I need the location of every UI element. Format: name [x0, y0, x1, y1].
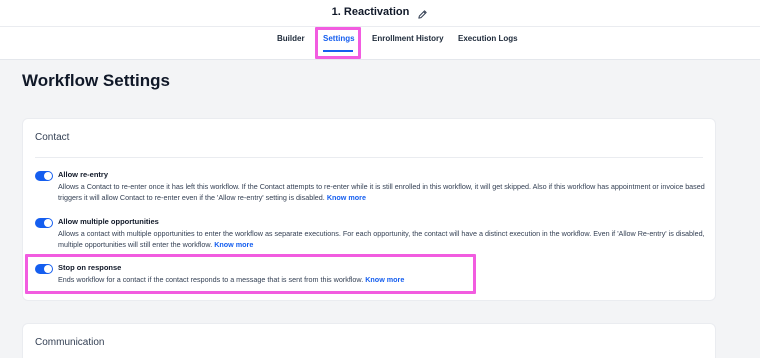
setting-label: Allow multiple opportunities — [58, 217, 159, 226]
description-text: Allows a contact with multiple opportuni… — [58, 229, 616, 238]
top-header: 1. Reactivation Builder Settings Enrollm… — [0, 0, 760, 60]
allow-reentry-toggle[interactable] — [35, 171, 53, 181]
pencil-icon[interactable] — [417, 7, 428, 19]
header-divider — [0, 26, 760, 27]
setting-description: Allows a contact with multiple opportuni… — [58, 228, 708, 250]
know-more-link[interactable]: Know more — [214, 240, 253, 249]
toggle-knob — [44, 219, 52, 227]
page-title: Workflow Settings — [22, 71, 170, 90]
allow-multiple-opportunities-toggle[interactable] — [35, 218, 53, 228]
setting-label: Allow re-entry — [58, 170, 109, 179]
contact-card-title: Contact — [35, 132, 70, 143]
stop-on-response-highlight — [25, 254, 476, 294]
workflow-title-row: 1. Reactivation — [0, 4, 760, 20]
communication-card-title: Communication — [35, 337, 105, 348]
tab-execution-logs[interactable]: Execution Logs — [458, 32, 518, 46]
communication-settings-card: Communication — [22, 323, 716, 358]
know-more-link[interactable]: Know more — [327, 193, 366, 202]
workflow-title: 1. Reactivation — [331, 6, 410, 18]
settings-tab-highlight — [315, 27, 361, 59]
tab-bar: Builder Settings Enrollment History Exec… — [0, 32, 760, 52]
tab-builder[interactable]: Builder — [277, 32, 305, 46]
card-divider — [35, 157, 703, 158]
tab-enrollment-history[interactable]: Enrollment History — [372, 32, 444, 46]
toggle-knob — [44, 172, 52, 180]
description-text: Allows a Contact to re-enter once it has… — [58, 182, 609, 191]
setting-description: Allows a Contact to re-enter once it has… — [58, 181, 708, 203]
